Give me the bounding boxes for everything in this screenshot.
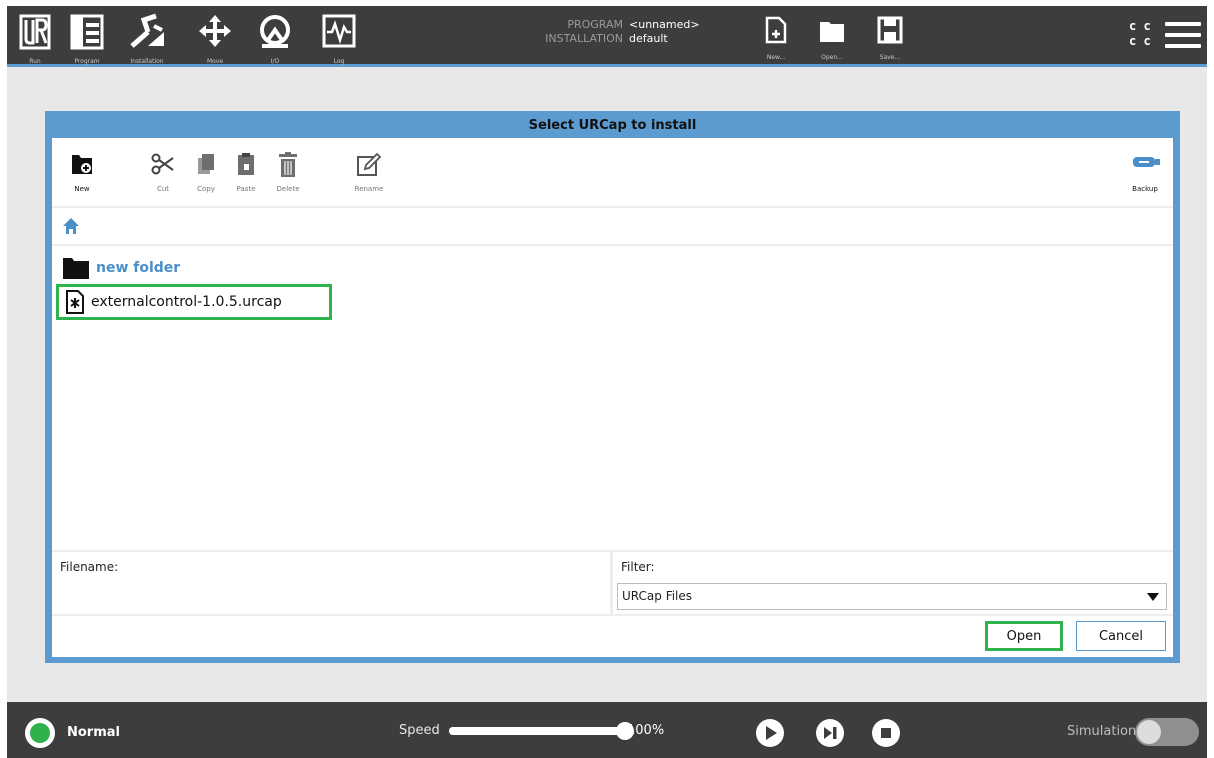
open-folder-icon: [820, 22, 844, 42]
filter-section: Filter: URCap Files: [613, 552, 1173, 614]
rename-button[interactable]: Rename: [349, 152, 389, 204]
program-info: PROGRAM <unnamed> INSTALLATION default: [537, 18, 737, 46]
path-bar: [52, 208, 1173, 244]
folder-name: new folder: [96, 260, 181, 276]
robot-status-indicator[interactable]: [25, 718, 55, 748]
hamburger-menu-icon[interactable]: [1165, 22, 1201, 52]
new-folder-button[interactable]: New: [62, 152, 102, 204]
filename-label: Filename:: [60, 560, 119, 574]
urcap-file-icon: [66, 290, 84, 314]
speed-slider-fill: [449, 727, 625, 735]
simulation-toggle[interactable]: [1135, 718, 1199, 746]
new-folder-label: New: [74, 185, 90, 193]
urcap-select-dialog: Select URCap to install New Cut Copy Pas…: [45, 111, 1180, 663]
program-value: <unnamed>: [629, 18, 700, 31]
installation-value: default: [629, 32, 668, 45]
delete-label: Delete: [276, 185, 300, 193]
cc-top: c c: [1129, 19, 1151, 33]
home-icon[interactable]: [62, 217, 80, 235]
filter-label: Filter:: [621, 560, 655, 574]
nav-log[interactable]: Log: [319, 12, 359, 66]
nav-move-label: Move: [206, 58, 224, 65]
ur-logo-icon: [19, 14, 51, 50]
filename-section: Filename:: [52, 552, 610, 614]
open-button[interactable]: Open: [985, 621, 1063, 651]
nav-log-label: Log: [333, 58, 345, 65]
filter-selected-value: URCap Files: [622, 589, 693, 603]
filter-dropdown[interactable]: URCap Files: [617, 583, 1167, 610]
open-file-button[interactable]: Open...: [815, 16, 849, 66]
robot-ui-window: Run Program Installation Move I/O Log PR…: [7, 6, 1207, 758]
installation-icon: [130, 13, 164, 48]
open-file-label: Open...: [821, 54, 843, 61]
paste-icon: [238, 153, 254, 175]
usb-drive-icon: [1133, 157, 1160, 167]
file-toolbar: New Cut Copy Paste Delete Rename Backup: [52, 138, 1173, 206]
folder-icon: [63, 258, 89, 279]
save-icon: [877, 16, 903, 44]
cc-indicator: c c c c: [1129, 19, 1153, 49]
bottom-status-bar: Normal Speed 100% Simulation: [7, 702, 1207, 758]
simulation-toggle-knob: [1137, 720, 1161, 744]
rename-label: Rename: [354, 185, 384, 193]
copy-button[interactable]: Copy: [186, 152, 226, 204]
program-key: PROGRAM: [567, 18, 623, 31]
stop-icon[interactable]: [871, 718, 901, 748]
paste-button[interactable]: Paste: [226, 152, 266, 204]
trash-icon: [279, 152, 297, 177]
cc-bottom: c c: [1129, 34, 1151, 48]
new-file-button[interactable]: New...: [759, 16, 793, 66]
nav-io-label: I/O: [270, 58, 280, 65]
dialog-body: New Cut Copy Paste Delete Rename Backup …: [52, 138, 1173, 657]
save-file-button[interactable]: Save...: [873, 16, 907, 66]
new-file-icon: [765, 16, 787, 44]
dialog-title: Select URCap to install: [528, 118, 697, 133]
speed-value: 100%: [627, 723, 665, 738]
robot-status-text: Normal: [67, 725, 120, 740]
dropdown-arrow-icon: [1147, 593, 1159, 601]
delete-button[interactable]: Delete: [268, 152, 308, 204]
cut-button[interactable]: Cut: [143, 152, 183, 204]
scissors-icon: [151, 153, 174, 175]
filename-input[interactable]: [52, 580, 610, 612]
program-icon: [70, 14, 104, 50]
nav-program-label: Program: [74, 58, 100, 65]
copy-icon: [198, 154, 214, 174]
nav-move[interactable]: Move: [195, 12, 235, 66]
new-folder-icon: [72, 155, 92, 174]
new-file-label: New...: [766, 54, 786, 61]
nav-installation-label: Installation: [130, 58, 164, 65]
urcap-file-name: externalcontrol-1.0.5.urcap: [91, 294, 282, 310]
installation-key: INSTALLATION: [545, 32, 623, 45]
speed-label: Speed: [399, 723, 440, 738]
log-icon: [322, 14, 356, 48]
nav-io[interactable]: I/O: [255, 12, 295, 66]
file-list: new folder externalcontrol-1.0.5.urcap: [52, 246, 1173, 550]
nav-run-label: Run: [29, 58, 41, 65]
backup-button[interactable]: Backup: [1125, 152, 1165, 204]
nav-program[interactable]: Program: [67, 12, 107, 66]
rename-icon: [357, 152, 382, 176]
cancel-button[interactable]: Cancel: [1076, 621, 1166, 651]
step-icon[interactable]: [815, 718, 845, 748]
list-item-folder[interactable]: new folder: [62, 253, 180, 283]
speed-slider-track[interactable]: [449, 727, 625, 735]
io-icon: [260, 15, 290, 48]
nav-installation[interactable]: Installation: [127, 12, 167, 66]
play-icon[interactable]: [755, 718, 785, 748]
nav-run[interactable]: Run: [15, 12, 55, 66]
save-file-label: Save...: [879, 54, 901, 61]
dialog-buttons: Open Cancel: [52, 616, 1173, 657]
list-item-urcap-file[interactable]: externalcontrol-1.0.5.urcap: [56, 284, 332, 320]
backup-label: Backup: [1132, 185, 1158, 193]
simulation-label: Simulation: [1067, 724, 1137, 739]
top-toolbar: Run Program Installation Move I/O Log PR…: [7, 6, 1207, 67]
move-icon: [199, 15, 231, 47]
